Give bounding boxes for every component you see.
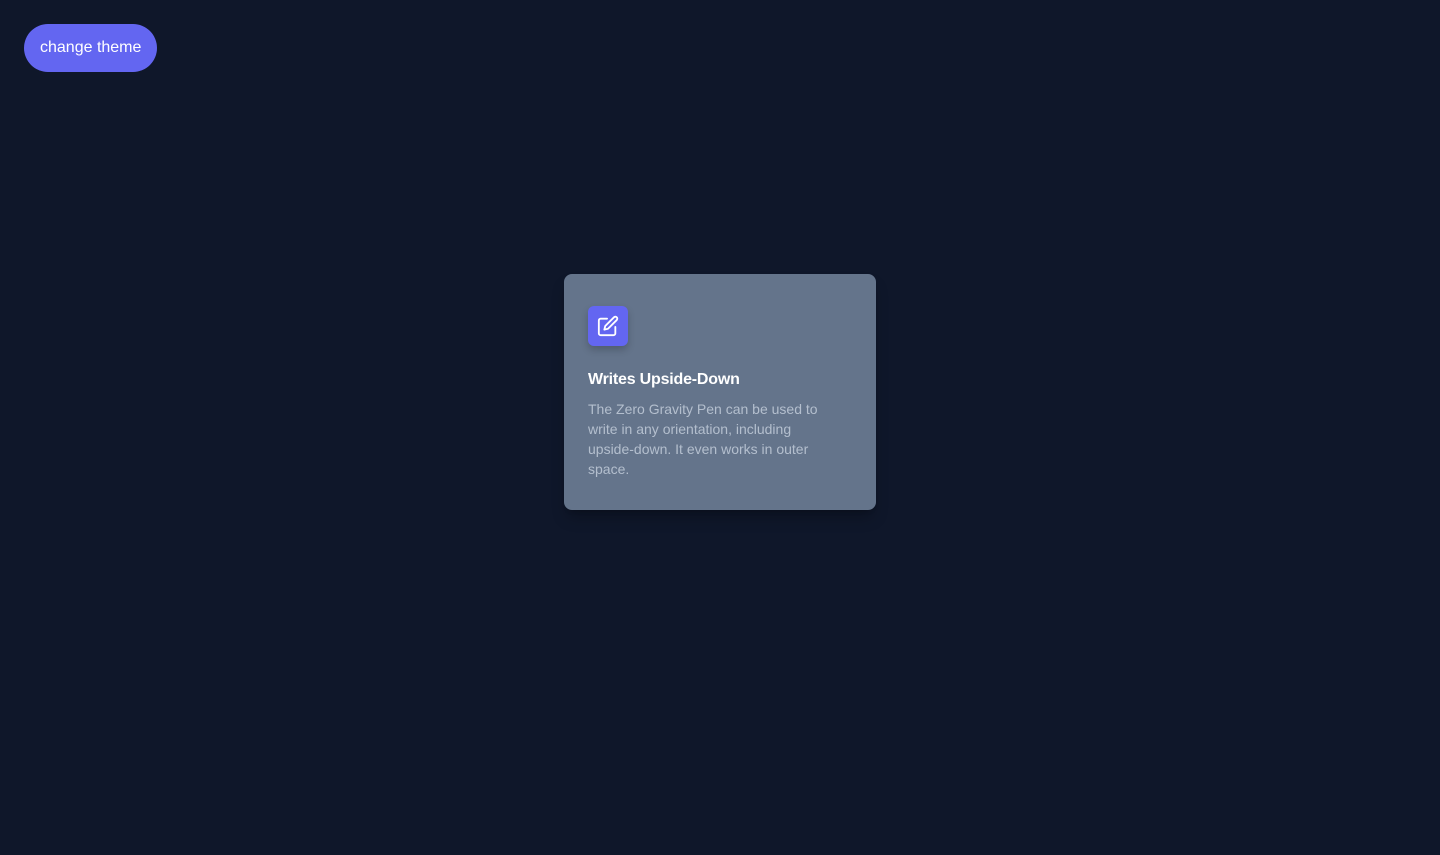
feature-description: The Zero Gravity Pen can be used to writ…: [588, 401, 818, 477]
page: change theme Writes Upside-Down The Zero…: [0, 0, 1440, 855]
feature-icon-tile: [588, 306, 628, 346]
feature-title: Writes Upside-Down: [588, 371, 740, 388]
feature-card: Writes Upside-Down The Zero Gravity Pen …: [564, 274, 876, 510]
change-theme-button[interactable]: change theme: [24, 24, 158, 72]
pencil-square-icon: [597, 315, 619, 337]
